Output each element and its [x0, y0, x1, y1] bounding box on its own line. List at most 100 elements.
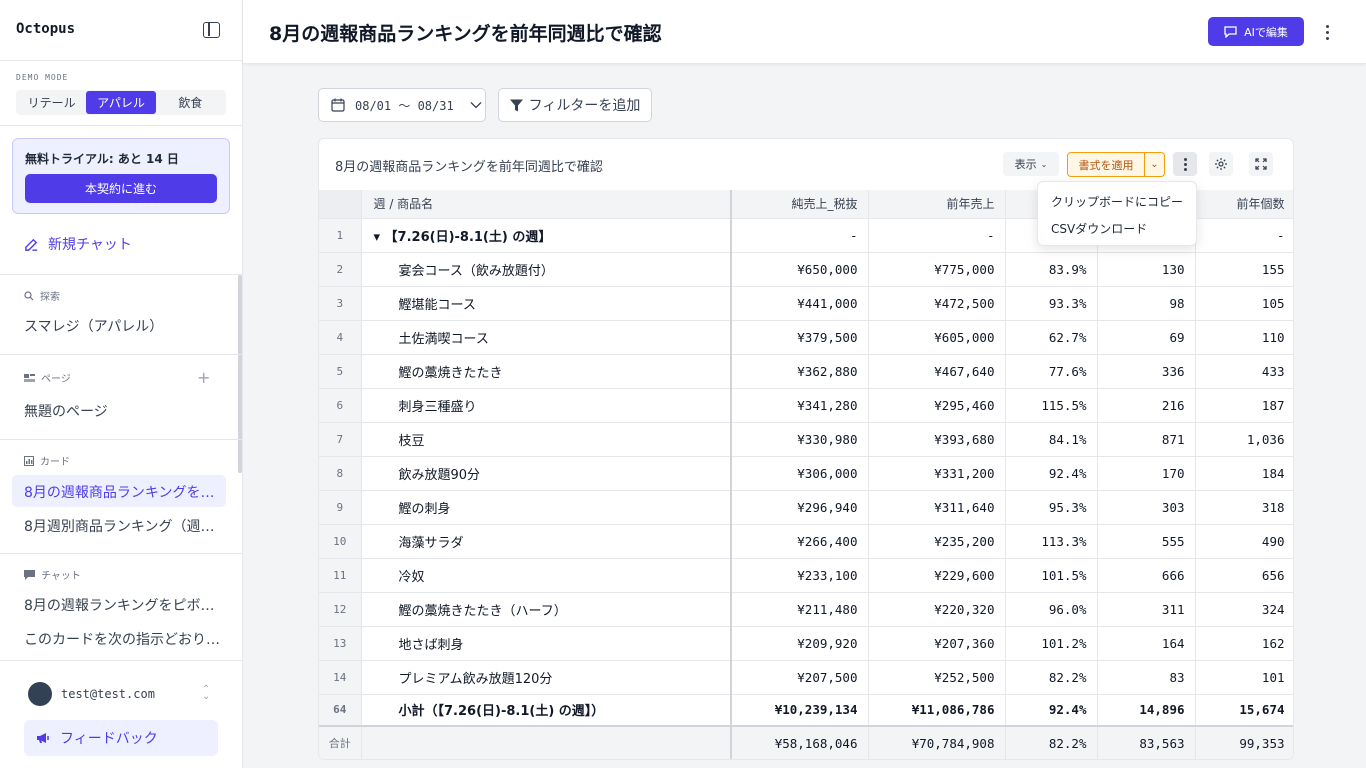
column-header[interactable]: 週 / 商品名 — [361, 190, 732, 219]
row-number: 5 — [319, 354, 362, 389]
cell-sales: ¥330,980 — [731, 422, 869, 457]
row-number: 10 — [319, 524, 362, 559]
cell-prev-qty: - — [1195, 218, 1293, 253]
row-number: 2 — [319, 252, 362, 287]
cell-qty: 303 — [1097, 490, 1196, 525]
column-header[interactable]: 前年個数 — [1195, 190, 1293, 219]
add-filter-button[interactable]: フィルターを追加 — [498, 88, 652, 122]
section-label: ページ — [41, 374, 71, 385]
table-row[interactable]: 6 刺身三種盛り ¥341,280 ¥295,460 115.5% 216 187 — [319, 388, 1293, 423]
total-label: 合計 — [319, 725, 362, 759]
chevron-down-icon: ⌄ — [1040, 159, 1048, 169]
format-dropdown-icon[interactable]: ⌄ — [1145, 152, 1165, 177]
table-row[interactable]: 3 鰹堪能コース ¥441,000 ¥472,500 93.3% 98 105 — [319, 286, 1293, 321]
cell-prev-qty: 15,674 — [1195, 694, 1293, 727]
product-name-cell: 鰹の藁焼きたたき（ハーフ） — [361, 592, 732, 627]
table-row[interactable]: 12 鰹の藁焼きたたき（ハーフ） ¥211,480 ¥220,320 96.0% 311 3… — [319, 592, 1293, 627]
card-icon — [24, 455, 34, 466]
cell-prev-sales: ¥229,600 — [868, 558, 1006, 593]
chevron-updown-icon[interactable]: ⌃ ⌄ — [202, 685, 210, 702]
product-name-cell: 宴会コース（飲み放題付） — [361, 252, 732, 287]
row-number: 9 — [319, 490, 362, 525]
cell-qty: 555 — [1097, 524, 1196, 559]
cell-prev-sales: ¥775,000 — [868, 252, 1006, 287]
csv-download-item[interactable]: CSVダウンロード — [1038, 215, 1196, 242]
date-range-value: 08/01 〜 08/31 — [355, 98, 454, 113]
cell-ratio: 113.3% — [1005, 524, 1098, 559]
cell-ratio: 92.4% — [1005, 456, 1098, 491]
segment-retail[interactable]: リテール — [17, 91, 86, 114]
cell-qty: 164 — [1097, 626, 1196, 661]
table-body: 1 ▾ 【7.26(日)-8.1(土) の週】 - - -2 宴会コース（飲み放題付） ¥6… — [319, 218, 1293, 759]
settings-icon[interactable] — [1209, 152, 1233, 176]
card-item-active[interactable]: 8月の週報商品ランキングを前年同週比で確認 — [24, 482, 220, 502]
cell-sales: ¥233,100 — [731, 558, 869, 593]
cell-ratio: 82.2% — [1005, 660, 1098, 695]
divider — [0, 274, 242, 275]
table-row[interactable]: 5 鰹の藁焼きたたき ¥362,880 ¥467,640 77.6% 336 433 — [319, 354, 1293, 389]
table-row[interactable]: 9 鰹の刺身 ¥296,940 ¥311,640 95.3% 303 318 — [319, 490, 1293, 525]
add-filter-label: フィルターを追加 — [528, 98, 641, 114]
group-toggle-cell[interactable]: ▾ 【7.26(日)-8.1(土) の週】 — [361, 218, 732, 253]
segment-apparel[interactable]: アパレル — [86, 91, 156, 114]
demo-mode-switch: リテール アパレル 飲食 — [16, 90, 226, 115]
card-item[interactable]: 8月週別商品ランキング（週x商品） — [24, 516, 220, 536]
ai-edit-button[interactable]: AIで編集 — [1208, 17, 1304, 46]
section-chats: チャット — [24, 567, 81, 582]
user-menu[interactable]: test@test.com — [28, 682, 155, 706]
table-row[interactable]: 14 プレミアム飲み放題120分 ¥207,500 ¥252,500 82.2% 83 10… — [319, 660, 1293, 695]
table-row[interactable]: 7 枝豆 ¥330,980 ¥393,680 84.1% 871 1,036 — [319, 422, 1293, 457]
table-row[interactable]: 11 冷奴 ¥233,100 ¥229,600 101.5% 666 656 — [319, 558, 1293, 593]
segment-food[interactable]: 飲食 — [156, 91, 225, 114]
add-page-icon[interactable]: + — [197, 368, 210, 387]
table-row[interactable]: 64 小計（【7.26(日)-8.1(土) の週】） ¥10,239,134 ¥11,… — [319, 694, 1293, 727]
fullscreen-icon[interactable] — [1249, 152, 1273, 176]
chat-item[interactable]: 8月の週報ランキングをピボットで — [24, 595, 220, 615]
filter-icon — [509, 99, 523, 111]
search-item[interactable]: スマレジ（アパレル） — [24, 316, 220, 336]
cell-sales: ¥379,500 — [731, 320, 869, 355]
table-row[interactable]: 2 宴会コース（飲み放題付） ¥650,000 ¥775,000 83.9% 130 155 — [319, 252, 1293, 287]
feedback-button[interactable]: フィードバック — [24, 720, 218, 756]
section-label: カード — [40, 457, 70, 468]
cell-ratio: 83.9% — [1005, 252, 1098, 287]
divider — [0, 439, 242, 440]
apply-format-button[interactable]: 書式を適用 — [1067, 152, 1145, 177]
cell-sales: ¥211,480 — [731, 592, 869, 627]
row-number: 12 — [319, 592, 362, 627]
cell-ratio: 77.6% — [1005, 354, 1098, 389]
table-row[interactable]: 10 海藻サラダ ¥266,400 ¥235,200 113.3% 555 490 — [319, 524, 1293, 559]
cell-prev-qty: 656 — [1195, 558, 1293, 593]
card-more-icon[interactable] — [1173, 152, 1197, 176]
product-name-cell: 小計（【7.26(日)-8.1(土) の週】） — [361, 694, 732, 727]
table-row[interactable]: 8 飲み放題90分 ¥306,000 ¥331,200 92.4% 170 184 — [319, 456, 1293, 491]
upgrade-button[interactable]: 本契約に進む — [25, 174, 217, 203]
cell-prev-sales: ¥11,086,786 — [868, 694, 1006, 727]
column-header[interactable]: 純売上_税抜 — [731, 190, 869, 219]
table-row[interactable]: 13 地さば刺身 ¥209,920 ¥207,360 101.2% 164 162 — [319, 626, 1293, 661]
more-menu-icon[interactable] — [1321, 22, 1333, 42]
sidebar-toggle-icon[interactable] — [203, 22, 220, 38]
copy-to-clipboard-item[interactable]: クリップボードにコピー — [1038, 188, 1196, 215]
cell-prev-sales: ¥295,460 — [868, 388, 1006, 423]
chat-item[interactable]: このカードを次の指示どおりに修正 — [24, 629, 220, 649]
new-chat-button[interactable]: 新規チャット — [24, 234, 132, 254]
product-name-cell: 鰹の藁焼きたたき — [361, 354, 732, 389]
section-cards: カード — [24, 453, 70, 468]
cell-prev-sales: ¥605,000 — [868, 320, 1006, 355]
column-header[interactable]: 前年売上 — [868, 190, 1006, 219]
calendar-icon — [331, 98, 345, 112]
cell-sales: ¥266,400 — [731, 524, 869, 559]
cell-ratio: 92.4% — [1005, 694, 1098, 727]
date-range-picker[interactable]: 08/01 〜 08/31 — [318, 88, 486, 122]
section-search: 探索 — [24, 288, 60, 303]
divider — [0, 660, 242, 661]
table-row[interactable]: 4 土佐満喫コース ¥379,500 ¥605,000 62.7% 69 110 — [319, 320, 1293, 355]
page-item[interactable]: 無題のページ — [24, 401, 220, 421]
sidebar-scrollbar[interactable] — [238, 275, 242, 473]
page-title: 8月の週報商品ランキングを前年同週比で確認 — [269, 23, 662, 45]
cell-sales: ¥441,000 — [731, 286, 869, 321]
view-button[interactable]: 表示 ⌄ — [1003, 152, 1059, 176]
cell-sales: ¥10,239,134 — [731, 694, 869, 727]
cell-sales: ¥209,920 — [731, 626, 869, 661]
